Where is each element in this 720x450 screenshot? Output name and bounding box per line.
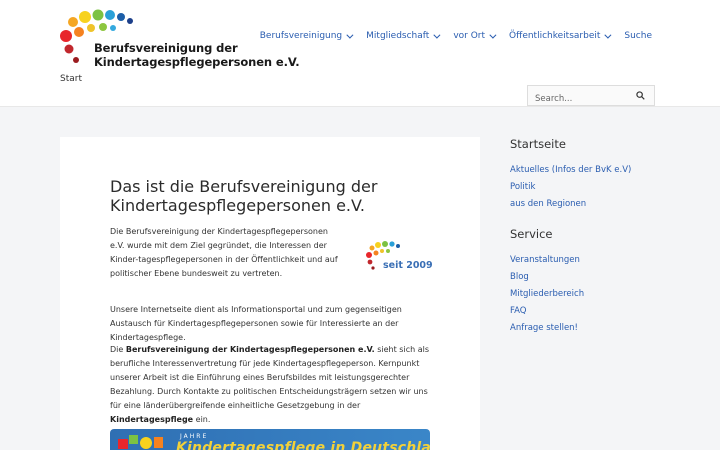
bold-org-name: Berufsvereinigung der Kindertagespflegep… [125, 345, 375, 354]
nav-label: Mitgliedschaft [366, 31, 430, 41]
page-title: Das ist die Berufsvereinigung der Kinder… [110, 177, 378, 215]
nav-item-suche[interactable]: Suche [624, 31, 652, 41]
sidebar-link-politik[interactable]: Politik [510, 181, 690, 193]
paragraph-mission: Die Berufsvereinigung der Kindertagespfl… [110, 343, 440, 427]
sidebar-heading-service: Service [510, 227, 553, 241]
sidebar-link-aktuelles[interactable]: Aktuelles (Infos der BvK e.V) [510, 164, 690, 176]
search-input[interactable] [528, 89, 628, 109]
nav-item-berufsvereinigung[interactable]: Berufsvereinigung [259, 31, 354, 41]
search-box [527, 85, 655, 109]
site-logo[interactable]: Berufsvereinigung der Kindertagespflegep… [60, 8, 300, 69]
since-2009-badge: seit 2009 [366, 240, 433, 274]
intro-paragraph: Die Berufsvereinigung der Kindertagespfl… [110, 227, 338, 278]
text-span: sieht sich als berufliche Interessenvert… [110, 345, 430, 410]
search-icon[interactable] [636, 91, 645, 100]
nav-label: Berufsvereinigung [259, 31, 343, 41]
banner-title: Kindertagespflege in Deutschland [176, 440, 430, 450]
nav-label: Öffentlichkeitsarbeit [509, 31, 601, 41]
logo-line-1: Berufsvereinigung der [94, 41, 238, 55]
chevron-down-icon [489, 31, 497, 39]
sidebar-link-mitgliederbereich[interactable]: Mitgliederbereich [510, 288, 690, 300]
banner-years-label: JAHRE [180, 433, 209, 440]
article-card: Das ist die Berufsvereinigung der Kinder… [60, 137, 480, 450]
sidebar-link-regionen[interactable]: aus den Regionen [510, 198, 690, 210]
nav-label: Suche [624, 31, 652, 41]
nav-item-oeffentlichkeitsarbeit[interactable]: Öffentlichkeitsarbeit [509, 31, 612, 41]
banner-toys-icon [118, 435, 163, 449]
sidebar-link-blog[interactable]: Blog [510, 271, 690, 283]
logo-text: Berufsvereinigung der Kindertagespflegep… [94, 41, 300, 69]
breadcrumb[interactable]: Start [60, 74, 82, 84]
sidebar: Startseite Aktuelles (Infos der BvK e.V)… [510, 137, 690, 339]
sidebar-service-group: Service Veranstaltungen Blog Mitgliederb… [510, 227, 690, 334]
anniversary-banner[interactable]: JAHRE Kindertagespflege in Deutschland [110, 429, 430, 450]
text-span: Die [110, 345, 126, 354]
paragraph-portal: Unsere Internetseite dient als Informati… [110, 305, 402, 342]
sidebar-heading-startseite: Startseite [510, 137, 566, 151]
nav-item-mitgliedschaft[interactable]: Mitgliedschaft [366, 31, 441, 41]
nav-item-vor-ort[interactable]: vor Ort [453, 31, 497, 41]
logo-line-2: Kindertagespflegepersonen e.V. [94, 55, 300, 69]
bold-kindertagespflege: Kindertagespflege [110, 415, 194, 424]
since-label: seit 2009 [383, 260, 433, 271]
breadcrumb-bar: Start [0, 70, 720, 109]
chevron-down-icon [346, 31, 354, 39]
main-navigation: Berufsvereinigung Mitgliedschaft vor Ort… [245, 31, 652, 41]
text-span: ein. [193, 415, 211, 424]
sidebar-link-anfrage[interactable]: Anfrage stellen! [510, 322, 690, 334]
sidebar-link-faq[interactable]: FAQ [510, 305, 690, 317]
sidebar-link-veranstaltungen[interactable]: Veranstaltungen [510, 254, 690, 266]
nav-label: vor Ort [453, 31, 486, 41]
chevron-down-icon [604, 31, 612, 39]
chevron-down-icon [433, 31, 441, 39]
